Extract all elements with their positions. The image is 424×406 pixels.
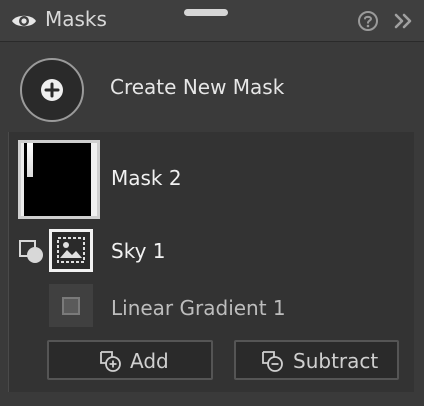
plus-icon (41, 79, 63, 101)
drag-handle[interactable] (184, 9, 228, 16)
panel-title: Masks (45, 7, 107, 31)
mask-item[interactable]: Mask 2 (9, 132, 414, 225)
linear-gradient-icon[interactable] (49, 284, 93, 327)
linear-gradient-component-name[interactable]: Linear Gradient 1 (111, 296, 286, 320)
double-chevron-right-icon[interactable] (393, 11, 415, 31)
create-new-mask-label[interactable]: Create New Mask (110, 75, 284, 99)
subtract-button-label: Subtract (293, 349, 379, 373)
panel-header: Masks (0, 0, 424, 42)
mask-name[interactable]: Mask 2 (111, 166, 182, 190)
sky-icon (57, 237, 85, 263)
eye-icon[interactable] (11, 12, 37, 30)
masks-panel: Masks Create New Mask Mask 2 Sky 1 Linea… (0, 0, 424, 406)
intersect-icon[interactable] (18, 238, 46, 266)
subtract-button[interactable]: Subtract (234, 340, 399, 380)
add-mask-icon (98, 349, 122, 373)
mask-list: Mask 2 Sky 1 Linear Gradient 1 Add Subtr… (8, 132, 414, 392)
mask-thumbnail[interactable] (18, 140, 100, 219)
create-new-mask-button[interactable] (20, 58, 84, 122)
add-button[interactable]: Add (47, 340, 213, 380)
sky-component-name[interactable]: Sky 1 (111, 239, 165, 263)
create-new-mask-row[interactable]: Create New Mask (0, 42, 424, 132)
subtract-mask-icon (260, 349, 284, 373)
sky-thumbnail[interactable] (49, 229, 93, 272)
question-circle-icon[interactable] (357, 10, 379, 32)
mask-component-linear-gradient[interactable]: Linear Gradient 1 (9, 284, 414, 330)
add-button-label: Add (130, 349, 169, 373)
mask-component-sky[interactable]: Sky 1 (9, 228, 414, 278)
